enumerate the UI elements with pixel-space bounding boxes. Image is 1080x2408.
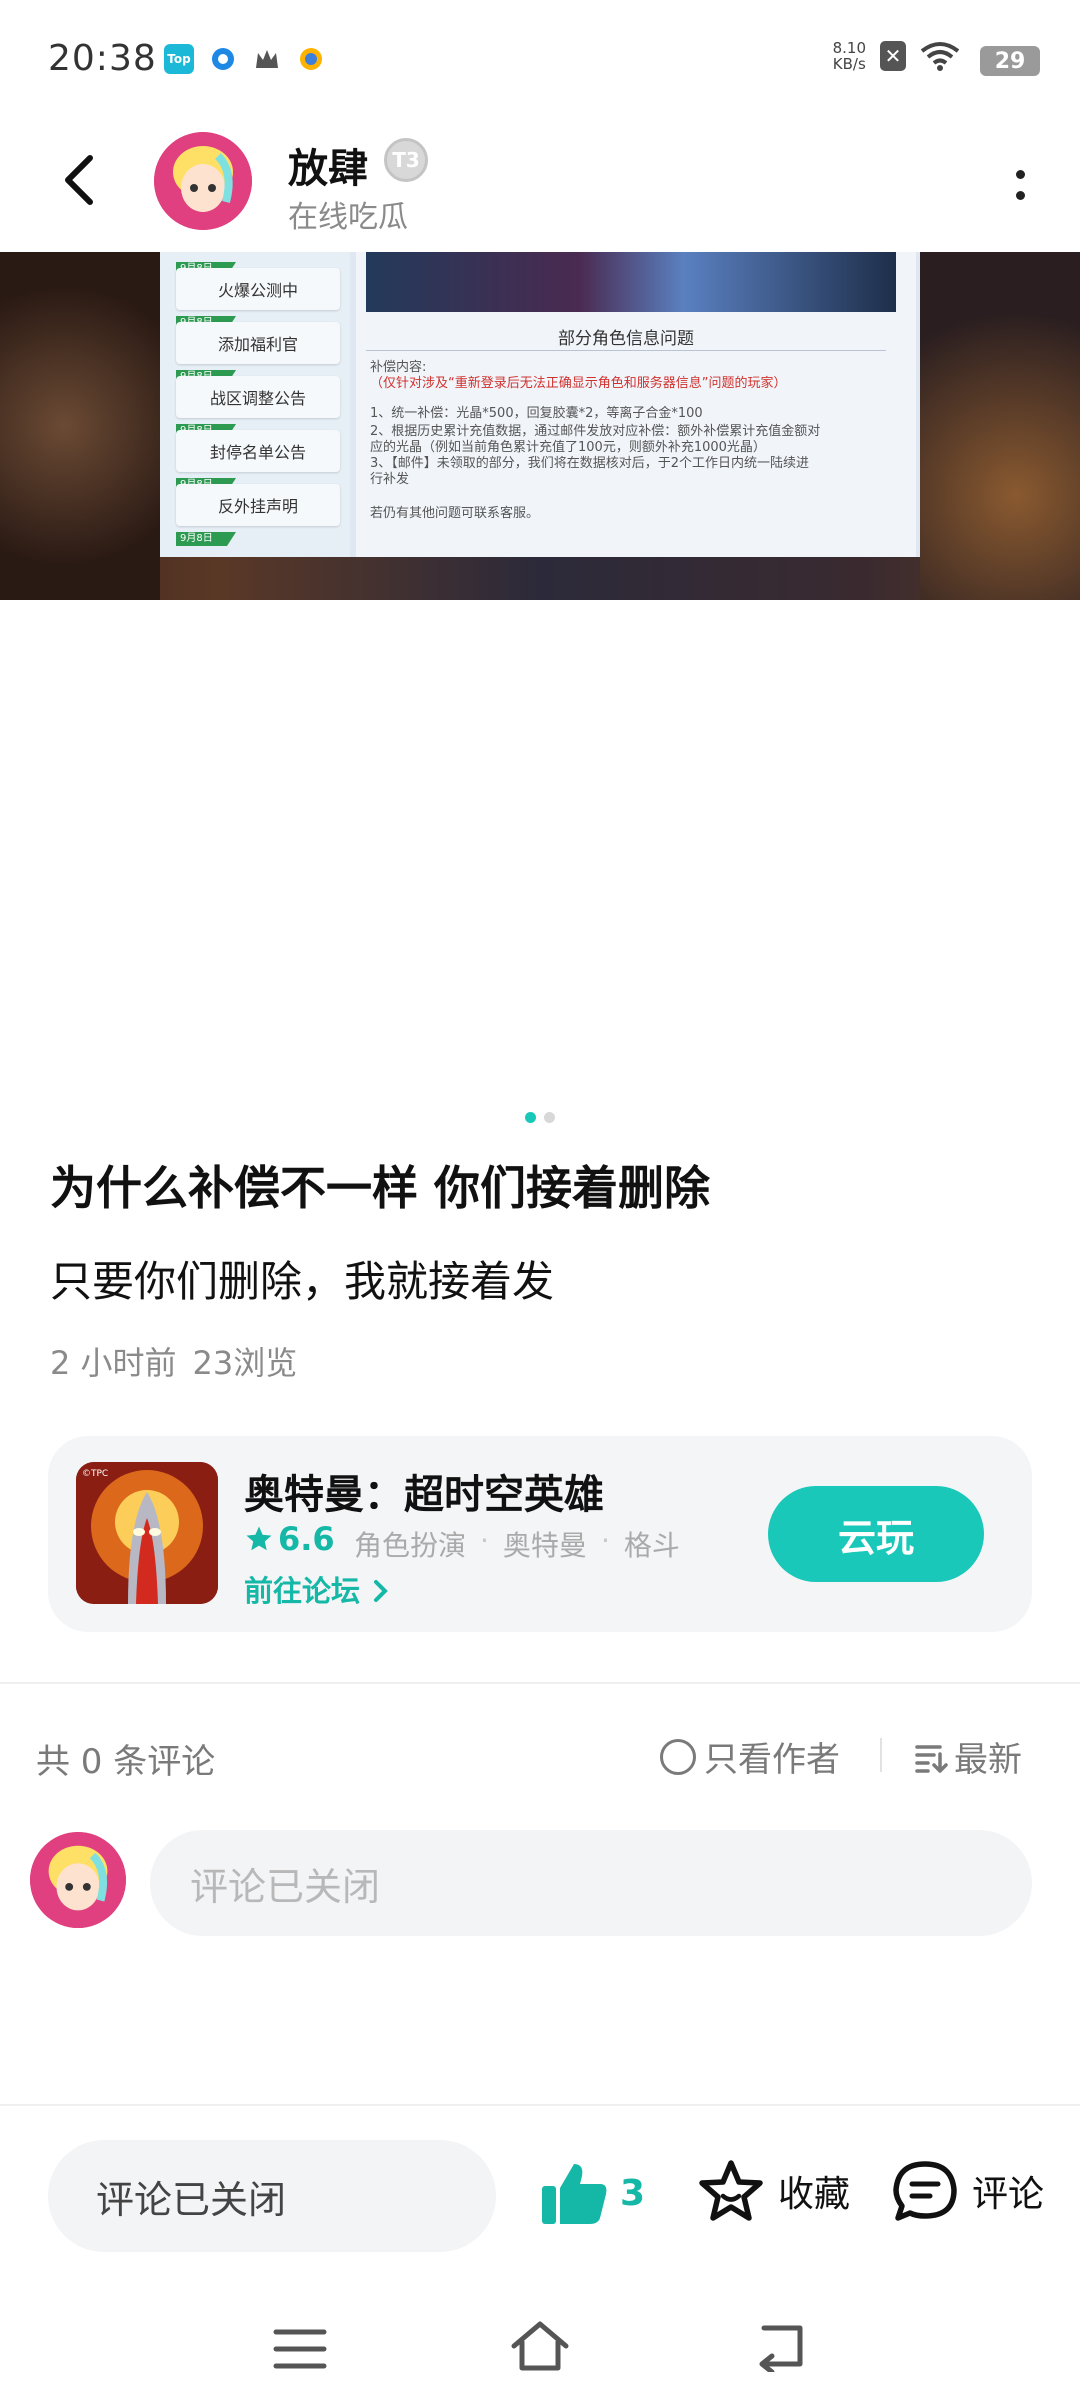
game-tag: 角色扮演: [354, 1529, 467, 1562]
comment-button[interactable]: 评论: [890, 2158, 1044, 2224]
favorite-label: 收藏: [778, 2174, 851, 2215]
post-time: 2 小时前: [50, 1344, 177, 1382]
tag-separator: ·: [480, 1524, 489, 1557]
game-icon-copyright: ©TPC: [82, 1469, 108, 1479]
back-button[interactable]: [52, 150, 112, 210]
game-tag: 格斗: [623, 1529, 680, 1562]
more-options-button[interactable]: [1000, 160, 1040, 210]
home-icon[interactable]: [508, 2318, 572, 2374]
post-title: 为什么补偿不一样 你们接着删除: [50, 1161, 711, 1215]
only-author-label: 只看作者: [704, 1740, 840, 1780]
more-dot-icon: [1015, 191, 1025, 200]
chevron-right-icon: [374, 1580, 388, 1602]
top-news-app-icon: Top: [164, 44, 194, 74]
net-speed-unit: KB/s: [832, 55, 866, 73]
status-right: 8.10 KB/s ✕: [833, 40, 960, 72]
toolbar-separator: [880, 1738, 882, 1772]
section-divider: [0, 1682, 1080, 1684]
go-to-forum-link[interactable]: 前往论坛: [244, 1568, 392, 1610]
net-speed: 8.10 KB/s: [833, 40, 866, 72]
post-views: 23浏览: [192, 1344, 298, 1382]
author-status: 在线吃瓜: [288, 200, 408, 235]
game-notice-image: 9月8日 火爆公测中 9月8日 添加福利官 9月8日 战区调整公告 9月8日 封…: [160, 252, 920, 557]
like-button[interactable]: 3: [540, 2160, 645, 2226]
browser-app-icon: [208, 44, 238, 74]
tag-separator: ·: [600, 1524, 610, 1557]
author-name[interactable]: 放肆: [288, 136, 368, 194]
radio-unchecked-icon: [660, 1738, 696, 1775]
cloud-play-button[interactable]: 云玩: [768, 1486, 984, 1582]
sort-label: 最新: [954, 1740, 1022, 1780]
status-time: 20:38: [48, 38, 157, 79]
notice-banner-art: [366, 252, 896, 312]
carousel-indicator: [0, 1112, 1080, 1123]
status-bar: 20:38 Top 8.10 KB/s ✕ 29: [0, 0, 1080, 120]
notice-line: 行补发: [370, 472, 410, 487]
notice-menu-item: 反外挂声明: [176, 484, 340, 526]
like-count: 3: [620, 2172, 646, 2214]
comment-count: 共 0 条评论: [36, 1742, 216, 1782]
current-user-avatar: [30, 1832, 126, 1928]
notice-date-tag: 9月8日: [176, 532, 236, 546]
favorite-button[interactable]: 收藏: [696, 2158, 850, 2224]
system-navigation-bar: [0, 2290, 1080, 2408]
banner-background-right: [920, 252, 1080, 600]
notice-line: 3、【邮件】未领取的部分，我们将在数据核对后，于2个工作日内统一陆续进: [370, 456, 810, 471]
more-dot-icon: [1015, 170, 1025, 179]
post-body: 只要你们删除，我就接着发: [50, 1257, 555, 1306]
qq-app-icon: [296, 44, 326, 74]
carousel-dot-active: [525, 1112, 536, 1123]
game-rating-value: 6.6: [278, 1520, 335, 1558]
notice-divider: [366, 350, 886, 351]
banner-background-left: [0, 252, 160, 600]
comment-input[interactable]: 评论已关闭: [150, 1830, 1032, 1936]
net-speed-value: 8.10: [832, 39, 866, 57]
notice-menu-item: 封停名单公告: [176, 430, 340, 472]
notice-menu-item: 火爆公测中: [176, 268, 340, 310]
comment-closed-field[interactable]: 评论已关闭: [48, 2140, 496, 2252]
thumbs-up-icon: [542, 2164, 607, 2224]
crown-app-icon: [252, 44, 282, 74]
comment-label: 评论: [972, 2174, 1045, 2215]
status-app-icons: Top: [164, 44, 326, 74]
carousel-dot: [544, 1112, 555, 1123]
post-image-carousel[interactable]: 9月8日 火爆公测中 9月8日 添加福利官 9月8日 战区调整公告 9月8日 封…: [0, 252, 1080, 600]
game-name[interactable]: 奥特曼：超时空英雄: [244, 1462, 604, 1520]
wifi-icon: [920, 42, 960, 71]
notice-content: 部分角色信息问题 补偿内容: （仅针对涉及“重新登录后无法正确显示角色和服务器信…: [356, 252, 916, 557]
notice-title: 部分角色信息问题: [558, 329, 694, 349]
notice-line: 若仍有其他问题可联系客服。: [370, 506, 540, 521]
recent-apps-icon[interactable]: [272, 2326, 328, 2372]
post-meta: 2 小时前 23浏览: [50, 1338, 297, 1384]
game-tags: 角色扮演 · 奥特曼 · 格斗: [354, 1524, 680, 1564]
author-avatar[interactable]: [154, 132, 252, 230]
game-rating: 6.6: [244, 1520, 335, 1558]
back-nav-icon[interactable]: [750, 2320, 810, 2372]
notice-line: 1、统一补偿：光晶*500，回复胶囊*2，等离子合金*100: [370, 406, 703, 421]
forum-link-label: 前往论坛: [244, 1574, 361, 1608]
notice-menu-item: 添加福利官: [176, 322, 340, 364]
sort-icon: [915, 1744, 948, 1773]
notice-menu: 9月8日 火爆公测中 9月8日 添加福利官 9月8日 战区调整公告 9月8日 封…: [160, 252, 350, 557]
only-author-toggle[interactable]: 只看作者: [660, 1732, 840, 1781]
bottom-bar-divider: [0, 2104, 1080, 2106]
comment-bubble-icon: [893, 2161, 957, 2221]
game-card[interactable]: ©TPC 奥特曼：超时空英雄 6.6 角色扮演 · 奥特曼 · 格斗 前往论坛 …: [48, 1436, 1032, 1632]
star-icon: [246, 1526, 272, 1551]
post-header: 放肆 T3 在线吃瓜: [0, 120, 1080, 250]
battery-indicator: 29: [980, 46, 1040, 76]
star-outline-icon: [699, 2160, 763, 2221]
notice-line: （仅针对涉及“重新登录后无法正确显示角色和服务器信息”问题的玩家）: [370, 376, 787, 391]
level-badge: T3: [384, 138, 428, 182]
game-tag: 奥特曼: [502, 1529, 587, 1562]
notice-menu-item: 战区调整公告: [176, 376, 340, 418]
no-sim-icon: ✕: [880, 41, 906, 71]
sort-latest-button[interactable]: 最新: [914, 1732, 1022, 1781]
game-icon[interactable]: ©TPC: [76, 1462, 218, 1604]
